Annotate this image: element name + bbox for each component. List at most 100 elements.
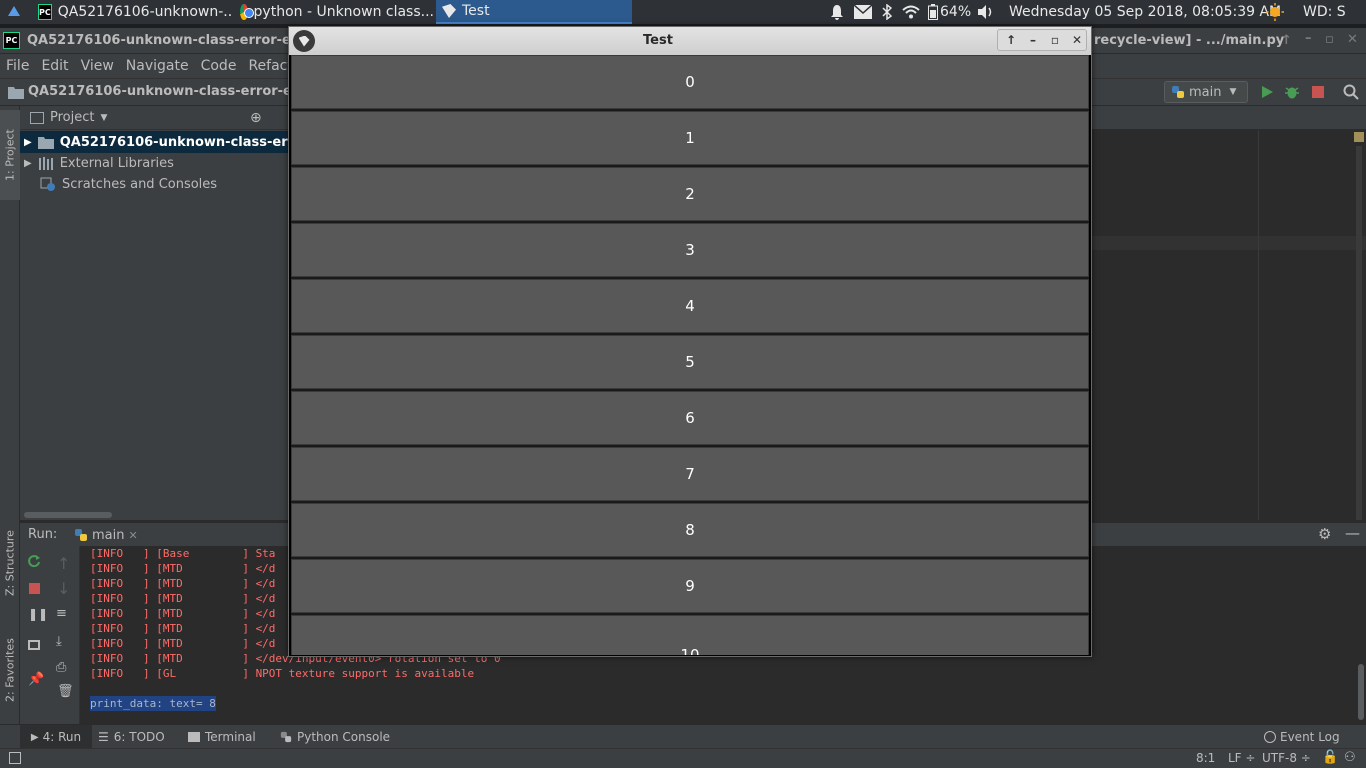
list-item-button[interactable]: 2 xyxy=(291,167,1089,221)
search-icon[interactable] xyxy=(1343,84,1359,100)
folder-icon xyxy=(8,87,24,99)
tab-terminal[interactable]: Terminal xyxy=(188,725,256,749)
list-item-button[interactable]: 6 xyxy=(291,391,1089,445)
list-item-button[interactable]: 0 xyxy=(291,55,1089,109)
clock[interactable]: Wednesday 05 Sep 2018, 08:05:39 AM xyxy=(1009,0,1281,24)
tab-favorites[interactable]: 2: Favorites xyxy=(0,626,20,714)
battery-indicator[interactable]: 64% xyxy=(928,0,971,24)
menu-view[interactable]: View xyxy=(75,58,120,74)
trash-icon[interactable]: 🗑 xyxy=(57,684,74,699)
list-item-button[interactable]: 5 xyxy=(291,335,1089,389)
menu-file[interactable]: File xyxy=(0,58,35,74)
project-view-select[interactable]: Project xyxy=(50,110,94,125)
hide-panel-icon[interactable]: — xyxy=(1345,524,1360,542)
run-config-select[interactable]: main ▼ xyxy=(1164,81,1248,103)
run-icon[interactable] xyxy=(1260,85,1274,99)
up-arrow-icon[interactable]: ↑ xyxy=(57,554,70,573)
breadcrumb[interactable]: QA52176106-unknown-class-error-e xyxy=(28,84,292,99)
project-tree-item[interactable]: Scratches and Consoles xyxy=(20,174,290,194)
list-item-label: 10 xyxy=(680,646,700,655)
print-icon[interactable]: ⎙ xyxy=(56,660,66,675)
notification-bell-icon[interactable] xyxy=(830,4,844,20)
editor-scrollbar[interactable] xyxy=(1356,146,1362,520)
window-close-icon[interactable]: ✕ xyxy=(1347,32,1358,47)
list-item-button[interactable]: 7 xyxy=(291,447,1089,501)
console-line: [INFO ] [MTD ] </d xyxy=(90,592,276,605)
stop-icon[interactable] xyxy=(1312,86,1324,98)
expand-arrow-icon[interactable]: ▶ xyxy=(24,137,32,148)
horizontal-scrollbar[interactable] xyxy=(24,512,112,518)
tab-run[interactable]: ▶ 4: Run xyxy=(20,725,92,749)
soft-wrap-icon[interactable]: ≡ xyxy=(56,606,67,621)
wifi-icon[interactable] xyxy=(902,5,920,19)
target-icon[interactable]: ⊕ xyxy=(250,110,262,126)
editor-area[interactable] xyxy=(1090,130,1366,520)
layout-icon[interactable] xyxy=(28,640,40,650)
mail-icon[interactable] xyxy=(854,5,872,19)
event-log-button[interactable]: Event Log xyxy=(1264,725,1340,749)
recycle-view-list[interactable]: 0 1 2 3 4 5 6 7 8 9 10 xyxy=(291,55,1089,655)
system-menu-icon[interactable] xyxy=(4,0,24,24)
menu-edit[interactable]: Edit xyxy=(35,58,74,74)
lock-icon[interactable]: 🔓 xyxy=(1322,750,1338,765)
weather-sun-icon[interactable] xyxy=(1266,0,1284,24)
close-icon[interactable]: ✕ xyxy=(128,529,137,542)
menu-navigate[interactable]: Navigate xyxy=(120,58,195,74)
tab-favorites-label: 2: Favorites xyxy=(3,638,17,702)
tab-todo[interactable]: ☰ 6: TODO xyxy=(98,725,165,749)
list-item-button[interactable]: 10 xyxy=(291,615,1089,655)
list-item-button[interactable]: 1 xyxy=(291,111,1089,165)
console-scrollbar[interactable] xyxy=(1356,546,1366,724)
workspace-indicator[interactable]: WD: S xyxy=(1303,0,1346,24)
window-minimize-icon[interactable]: – xyxy=(1024,31,1042,49)
list-item-button[interactable]: 9 xyxy=(291,559,1089,613)
tab-project-label: 1: Project xyxy=(3,129,17,181)
ide-window-title-right: recycle-view] - .../main.py xyxy=(1094,33,1285,48)
taskbar-item-test[interactable]: Test xyxy=(436,0,632,24)
tab-structure[interactable]: Z: Structure xyxy=(0,520,20,606)
window-maximize-icon[interactable]: ▫ xyxy=(1046,31,1064,49)
chevron-down-icon[interactable]: ▼ xyxy=(100,113,107,123)
bluetooth-icon[interactable] xyxy=(882,4,892,20)
taskbar-item-pycharm[interactable]: PC QA52176106-unknown-... xyxy=(36,0,232,24)
list-item-button[interactable]: 8 xyxy=(291,503,1089,557)
pause-icon[interactable]: ❚❚ xyxy=(28,607,48,621)
window-minimize-icon[interactable]: – xyxy=(1305,31,1312,46)
stop-icon[interactable] xyxy=(29,583,40,594)
tab-python-console[interactable]: Python Console xyxy=(280,725,390,749)
inspection-indicator-icon[interactable] xyxy=(1354,132,1364,142)
line-separator[interactable]: LF ÷ xyxy=(1228,751,1255,765)
window-maximize-icon[interactable]: ▫ xyxy=(1325,32,1334,47)
rerun-icon[interactable] xyxy=(27,554,41,568)
event-log-icon xyxy=(1264,731,1276,743)
pin-icon[interactable]: 📌 xyxy=(28,672,44,687)
list-item-label: 1 xyxy=(685,129,695,147)
run-tab-main[interactable]: main ✕ xyxy=(74,523,138,547)
tab-project[interactable]: 1: Project xyxy=(0,110,20,200)
tab-structure-label: Z: Structure xyxy=(3,530,17,596)
test-window-titlebar[interactable]: Test ↑ – ▫ ✕ xyxy=(289,27,1091,55)
project-tree-item-label: QA52176106-unknown-class-er xyxy=(59,134,288,150)
inspector-icon[interactable]: ⚇ xyxy=(1344,750,1356,765)
project-tree-root[interactable]: ▶ QA52176106-unknown-class-er xyxy=(20,131,290,153)
window-up-icon[interactable]: ↑ xyxy=(1281,33,1292,48)
list-item-button[interactable]: 4 xyxy=(291,279,1089,333)
menu-code[interactable]: Code xyxy=(195,58,243,74)
project-tree-item[interactable]: ▶ External Libraries xyxy=(20,153,290,173)
volume-icon[interactable] xyxy=(977,0,995,24)
scroll-to-end-icon[interactable]: ⤓ xyxy=(56,634,62,649)
taskbar-item-chrome[interactable]: python - Unknown class... xyxy=(238,0,434,24)
down-arrow-icon[interactable]: ↓ xyxy=(57,579,70,598)
file-encoding[interactable]: UTF-8 ÷ xyxy=(1262,751,1311,765)
gear-icon[interactable]: ⚙ xyxy=(1318,525,1331,543)
project-view-icon xyxy=(30,111,44,124)
toggle-tool-windows-icon[interactable] xyxy=(9,752,21,764)
ide-window-title: QA52176106-unknown-class-error-eve xyxy=(27,33,309,48)
window-close-icon[interactable]: ✕ xyxy=(1068,31,1086,49)
expand-arrow-icon[interactable]: ▶ xyxy=(24,158,32,169)
console-scroll-thumb[interactable] xyxy=(1358,664,1364,720)
debug-icon[interactable] xyxy=(1285,84,1299,100)
window-up-icon[interactable]: ↑ xyxy=(1002,31,1020,49)
caret-position[interactable]: 8:1 xyxy=(1196,751,1215,765)
list-item-button[interactable]: 3 xyxy=(291,223,1089,277)
